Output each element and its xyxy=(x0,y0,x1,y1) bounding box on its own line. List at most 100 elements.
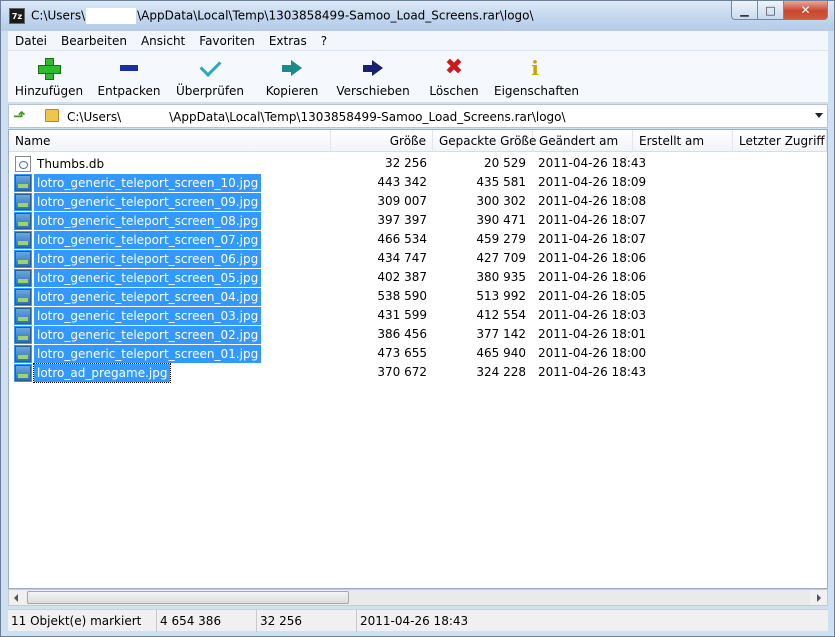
file-packed-size: 459 279 xyxy=(476,232,526,246)
menu-datei[interactable]: Datei xyxy=(8,31,54,50)
chevron-down-icon[interactable] xyxy=(815,113,823,118)
menu-help[interactable]: ? xyxy=(314,31,334,50)
address-path[interactable]: C:\Users\ \AppData\Local\Temp\1303858499-… xyxy=(67,109,566,124)
plus-icon xyxy=(37,57,61,80)
file-name-cell[interactable]: lotro_generic_teleport_screen_10.jpg xyxy=(14,174,262,192)
file-packed-size: 380 935 xyxy=(476,270,526,284)
column-name[interactable]: Name xyxy=(9,130,331,152)
menu-extras[interactable]: Extras xyxy=(262,31,314,50)
column-packed-size[interactable]: Gepackte Größe xyxy=(433,130,536,152)
test-button[interactable]: Überprüfen xyxy=(174,53,246,101)
move-button[interactable]: Verschieben xyxy=(336,53,410,101)
scroll-left-icon[interactable] xyxy=(9,590,26,605)
file-name-cell[interactable]: lotro_ad_pregame.jpg xyxy=(14,363,172,383)
file-size: 370 672 xyxy=(377,365,427,379)
column-created[interactable]: Erstellt am xyxy=(633,130,733,152)
file-name-cell[interactable]: Thumbs.db xyxy=(15,155,107,173)
minimize-button[interactable]: ▁ xyxy=(731,1,758,20)
archive-window: 7z C:\Users\ \AppData\Local\Temp\13038584… xyxy=(0,0,835,637)
extract-button[interactable]: Entpacken xyxy=(96,53,162,101)
file-size: 431 599 xyxy=(377,308,427,322)
file-size: 397 397 xyxy=(377,213,427,227)
file-packed-size: 390 471 xyxy=(476,213,526,227)
file-size: 434 747 xyxy=(377,251,427,265)
file-name-cell[interactable]: lotro_generic_teleport_screen_08.jpg xyxy=(14,212,262,230)
properties-label: Eigenschaften xyxy=(494,84,580,98)
properties-button[interactable]: i Eigenschaften xyxy=(494,53,580,101)
column-size[interactable]: Größe xyxy=(331,130,433,152)
file-packed-size: 465 940 xyxy=(476,346,526,360)
file-name: lotro_generic_teleport_screen_01.jpg xyxy=(34,345,262,363)
delete-button[interactable]: ✖ Löschen xyxy=(426,53,482,101)
table-row[interactable]: lotro_ad_pregame.jpg 370 672 324 228 2011-0… xyxy=(9,363,827,383)
image-file-icon xyxy=(14,364,32,382)
table-row[interactable]: lotro_generic_teleport_screen_09.jpg 309 … xyxy=(9,192,827,211)
table-row[interactable]: lotro_generic_teleport_screen_04.jpg 538 … xyxy=(9,287,827,306)
table-row[interactable]: lotro_generic_teleport_screen_05.jpg 402 … xyxy=(9,268,827,287)
table-row[interactable]: lotro_generic_teleport_screen_01.jpg 473 … xyxy=(9,344,827,363)
file-name: lotro_generic_teleport_screen_07.jpg xyxy=(34,231,262,249)
file-modified: 2011-04-26 18:00 xyxy=(538,346,647,360)
column-header: Name Größe Gepackte Größe Geändert am Er… xyxy=(9,130,827,152)
file-name-cell[interactable]: lotro_generic_teleport_screen_06.jpg xyxy=(14,250,262,268)
file-size: 309 007 xyxy=(377,194,427,208)
column-modified[interactable]: Geändert am xyxy=(533,130,633,152)
redacted-username xyxy=(86,8,137,24)
file-name-cell[interactable]: lotro_generic_teleport_screen_01.jpg xyxy=(14,345,262,363)
table-row[interactable]: lotro_generic_teleport_screen_06.jpg 434 … xyxy=(9,249,827,268)
status-total-size: 4 654 386 xyxy=(157,610,257,632)
file-name-cell[interactable]: lotro_generic_teleport_screen_09.jpg xyxy=(14,193,262,211)
database-file-icon xyxy=(15,156,31,172)
table-row[interactable]: lotro_generic_teleport_screen_03.jpg 431 … xyxy=(9,306,827,325)
scroll-right-icon[interactable] xyxy=(810,590,827,605)
file-modified: 2011-04-26 18:08 xyxy=(538,194,647,208)
menu-bearbeiten[interactable]: Bearbeiten xyxy=(54,31,134,50)
file-list[interactable]: Name Größe Gepackte Größe Geändert am Er… xyxy=(8,129,828,589)
scrollbar-thumb[interactable] xyxy=(27,591,349,604)
maximize-button[interactable]: □ xyxy=(758,1,784,20)
table-row[interactable]: lotro_generic_teleport_screen_08.jpg 397 … xyxy=(9,211,827,230)
menu-favoriten[interactable]: Favoriten xyxy=(192,31,262,50)
file-modified: 2011-04-26 18:05 xyxy=(538,289,647,303)
file-packed-size: 435 581 xyxy=(476,175,526,189)
file-size: 402 387 xyxy=(377,270,427,284)
info-icon: i xyxy=(531,56,539,80)
maximize-icon: □ xyxy=(765,3,776,17)
file-name: lotro_generic_teleport_screen_03.jpg xyxy=(34,307,262,325)
file-name-cell[interactable]: lotro_generic_teleport_screen_07.jpg xyxy=(14,231,262,249)
copy-button[interactable]: Kopieren xyxy=(262,53,322,101)
file-name-cell[interactable]: lotro_generic_teleport_screen_04.jpg xyxy=(14,288,262,306)
status-item-size: 32 256 xyxy=(257,610,357,632)
horizontal-scrollbar[interactable] xyxy=(8,589,828,606)
delete-x-icon: ✖ xyxy=(444,55,464,80)
file-packed-size: 20 529 xyxy=(484,156,526,170)
table-row[interactable]: lotro_generic_teleport_screen_10.jpg 443 … xyxy=(9,173,827,192)
close-button[interactable]: ✕ xyxy=(784,1,828,20)
table-row[interactable]: lotro_generic_teleport_screen_07.jpg 466 … xyxy=(9,230,827,249)
file-name-cell[interactable]: lotro_generic_teleport_screen_02.jpg xyxy=(14,326,262,344)
file-rows: Thumbs.db 32 256 20 529 2011-04-26 18:43 lot… xyxy=(9,154,827,383)
file-modified: 2011-04-26 18:01 xyxy=(538,327,647,341)
add-button[interactable]: Hinzufügen xyxy=(12,53,86,101)
menu-ansicht[interactable]: Ansicht xyxy=(134,31,192,50)
menu-bar: Datei Bearbeiten Ansicht Favoriten Extra… xyxy=(8,31,828,51)
file-size: 466 534 xyxy=(377,232,427,246)
status-bar: 11 Objekt(e) markiert 4 654 386 32 256 2… xyxy=(8,609,828,632)
image-file-icon xyxy=(14,212,32,230)
table-row[interactable]: Thumbs.db 32 256 20 529 2011-04-26 18:43 xyxy=(9,154,827,173)
image-file-icon xyxy=(14,269,32,287)
file-name-cell[interactable]: lotro_generic_teleport_screen_05.jpg xyxy=(14,269,262,287)
folder-up-icon[interactable]: ⬏ xyxy=(13,108,31,124)
image-file-icon xyxy=(14,307,32,325)
move-arrow-icon xyxy=(361,57,385,79)
title-bar[interactable]: 7z C:\Users\ \AppData\Local\Temp\13038584… xyxy=(1,1,834,31)
file-modified: 2011-04-26 18:03 xyxy=(538,308,647,322)
column-accessed[interactable]: Letzter Zugriff xyxy=(733,130,827,152)
window-title: C:\Users\ \AppData\Local\Temp\1303858499-… xyxy=(31,8,534,24)
file-name-cell[interactable]: lotro_generic_teleport_screen_03.jpg xyxy=(14,307,262,325)
file-modified: 2011-04-26 18:09 xyxy=(538,175,647,189)
file-size: 473 655 xyxy=(377,346,427,360)
address-bar[interactable]: ⬏ C:\Users\ \AppData\Local\Temp\130385849… xyxy=(8,104,828,128)
table-row[interactable]: lotro_generic_teleport_screen_02.jpg 386 … xyxy=(9,325,827,344)
file-size: 538 590 xyxy=(377,289,427,303)
